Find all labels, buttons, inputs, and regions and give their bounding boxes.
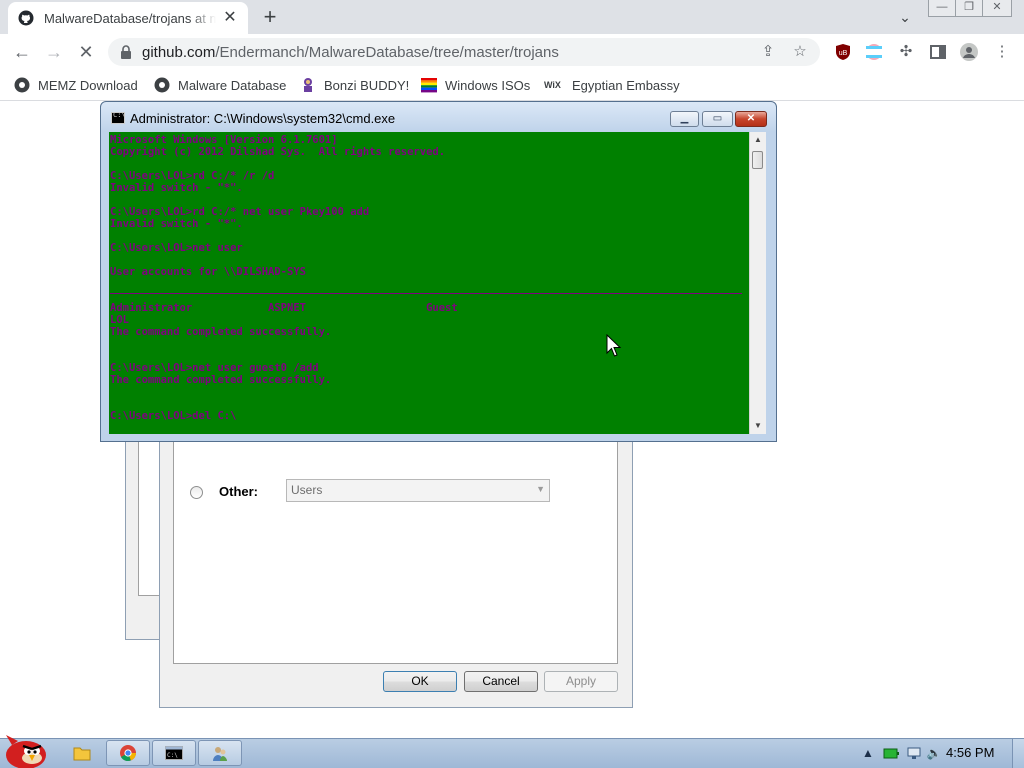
share-icon[interactable]: ⇪ xyxy=(758,42,778,62)
extensions-puzzle-icon[interactable]: ✣ xyxy=(896,42,916,62)
wix-icon: WiX xyxy=(544,80,561,90)
address-bar[interactable]: github.com/Endermanch/MalwareDatabase/tr… xyxy=(108,38,820,66)
taskbar-user-accounts[interactable] xyxy=(198,740,242,766)
github-icon xyxy=(14,77,30,93)
back-arrow-icon[interactable]: ← xyxy=(10,40,34,64)
url-domain: github.com xyxy=(142,44,216,61)
tab-title: MalwareDatabase/trojans at master xyxy=(44,10,216,26)
tab-strip: MalwareDatabase/trojans at master ✕ + ⌄ … xyxy=(0,0,1024,34)
console-line: C:\Users\LOL>del C:\ xyxy=(110,410,237,422)
bookmark-label: Egyptian Embassy xyxy=(572,77,680,93)
close-window-button[interactable]: ✕ xyxy=(982,0,1012,17)
console-line: Microsoft Windows [Version 6.1.7601] xyxy=(110,134,338,146)
cmd-close-button[interactable]: ✕ xyxy=(735,111,767,127)
rainbow-flag-icon xyxy=(421,78,437,93)
restore-window-button[interactable]: ❐ xyxy=(955,0,983,17)
tab-search-icon[interactable]: ⌄ xyxy=(894,6,916,28)
bookmarks-bar: MEMZ Download Malware Database Bonzi BUD… xyxy=(0,70,1024,101)
other-radio[interactable] xyxy=(190,486,203,499)
chrome-icon xyxy=(120,745,136,762)
minimize-window-button[interactable]: — xyxy=(928,0,956,17)
console-output[interactable]: Microsoft Windows [Version 6.1.7601] Copy… xyxy=(109,132,749,434)
console-line: Copyright (c) 2012 Dilshad Sys. All righ… xyxy=(110,146,446,158)
bonzi-icon xyxy=(304,78,312,92)
bookmark-label: MEMZ Download xyxy=(38,77,138,93)
browser-toolbar: ← → ✕ github.com/Endermanch/MalwareDatab… xyxy=(0,34,1024,70)
chevron-down-icon: ▼ xyxy=(536,484,545,494)
taskbar-explorer[interactable] xyxy=(60,740,104,766)
svg-text:uB: uB xyxy=(839,50,848,57)
background-dialog-panel xyxy=(138,420,160,596)
console-line: Invalid switch - "*". xyxy=(110,182,243,194)
volume-icon[interactable]: 🔈 xyxy=(926,745,942,761)
console-line: User accounts for \\DILSHAD-SYS xyxy=(110,266,306,278)
users-icon xyxy=(213,747,227,761)
stop-loading-icon[interactable]: ✕ xyxy=(74,40,98,64)
angry-bird-start-icon[interactable] xyxy=(2,731,50,768)
console-separator xyxy=(110,293,742,294)
user-account-dialog: Other: Users ▼ OK Cancel Apply xyxy=(159,420,633,708)
console-line: LOL xyxy=(110,314,129,326)
folder-icon xyxy=(73,747,91,761)
tab-close-icon[interactable]: ✕ xyxy=(222,10,238,26)
dialog-panel: Other: Users ▼ xyxy=(173,421,618,664)
show-desktop-button[interactable] xyxy=(1012,739,1024,768)
battery-icon[interactable] xyxy=(883,745,899,761)
svg-text:C:\: C:\ xyxy=(167,752,178,759)
cmd-window[interactable]: Administrator: C:\Windows\system32\cmd.e… xyxy=(100,101,777,442)
console-line: The command completed successfully. xyxy=(110,326,332,338)
cmd-minimize-button[interactable]: ▁ xyxy=(670,111,699,127)
cmd-maximize-button[interactable]: ▭ xyxy=(702,111,733,127)
cmd-icon: C:\ xyxy=(165,746,183,760)
url-path: /Endermanch/MalwareDatabase/tree/master/… xyxy=(215,44,559,61)
bookmark-star-icon[interactable]: ☆ xyxy=(790,42,810,62)
bookmark-label: Bonzi BUDDY! xyxy=(324,77,410,93)
other-label: Other: xyxy=(219,484,258,499)
new-tab-button[interactable]: + xyxy=(258,6,282,30)
github-icon xyxy=(18,10,34,26)
bookmark-egyptian-embassy[interactable]: WiX Egyptian Embassy xyxy=(544,76,680,94)
apply-button[interactable]: Apply xyxy=(544,671,618,692)
scroll-down-arrow-icon[interactable]: ▼ xyxy=(750,418,766,434)
pride-extension-icon[interactable] xyxy=(865,43,883,61)
console-line: C:\Users\LOL>net user guest0 /add xyxy=(110,362,319,374)
cmd-window-title: Administrator: C:\Windows\system32\cmd.e… xyxy=(130,111,396,126)
browser-menu-icon[interactable]: ⋮ xyxy=(992,42,1012,62)
github-icon xyxy=(154,77,170,93)
taskbar-chrome[interactable] xyxy=(106,740,150,766)
url-text: github.com/Endermanch/MalwareDatabase/tr… xyxy=(142,44,559,61)
bookmark-windows-isos[interactable]: Windows ISOs xyxy=(421,76,530,94)
group-select-value: Users xyxy=(291,483,323,497)
scroll-thumb[interactable] xyxy=(752,151,763,169)
ublock-origin-icon[interactable]: uB xyxy=(834,43,852,61)
console-line: C:\Users\LOL>rd C:/* /r /d xyxy=(110,170,275,182)
taskbar-clock[interactable]: 4:56 PM xyxy=(946,745,994,760)
console-scrollbar[interactable]: ▲ ▼ xyxy=(749,132,766,434)
bookmark-malware-database[interactable]: Malware Database xyxy=(154,76,286,94)
bookmark-bonzi-buddy[interactable]: Bonzi BUDDY! xyxy=(300,76,409,94)
console-line: C:\Users\LOL>rd C:/* net user Pkey100 ad… xyxy=(110,206,370,218)
show-hidden-icons-icon[interactable]: ▲ xyxy=(860,745,876,761)
bookmark-label: Malware Database xyxy=(178,77,287,93)
cmd-icon xyxy=(111,111,126,124)
console-line: Invalid switch - "*". xyxy=(110,218,243,230)
console-line: C:\Users\LOL>net user xyxy=(110,242,243,254)
forward-arrow-icon[interactable]: → xyxy=(42,40,66,64)
console-line: Administrator ASPNET Guest xyxy=(110,302,458,314)
side-panel-icon[interactable] xyxy=(929,43,947,61)
bookmark-memz-download[interactable]: MEMZ Download xyxy=(14,76,138,94)
ok-button[interactable]: OK xyxy=(383,671,457,692)
group-select[interactable]: Users ▼ xyxy=(286,479,550,502)
taskbar-cmd[interactable]: C:\ xyxy=(152,740,196,766)
cancel-button[interactable]: Cancel xyxy=(464,671,538,692)
scroll-up-arrow-icon[interactable]: ▲ xyxy=(750,132,766,148)
console-line: The command completed successfully. xyxy=(110,374,332,386)
bookmark-label: Windows ISOs xyxy=(445,77,531,93)
lock-icon[interactable] xyxy=(118,44,134,60)
mouse-cursor-icon xyxy=(606,334,622,357)
profile-avatar-icon[interactable] xyxy=(960,43,978,61)
network-icon[interactable] xyxy=(906,745,922,761)
browser-tab[interactable]: MalwareDatabase/trojans at master ✕ xyxy=(8,2,248,34)
